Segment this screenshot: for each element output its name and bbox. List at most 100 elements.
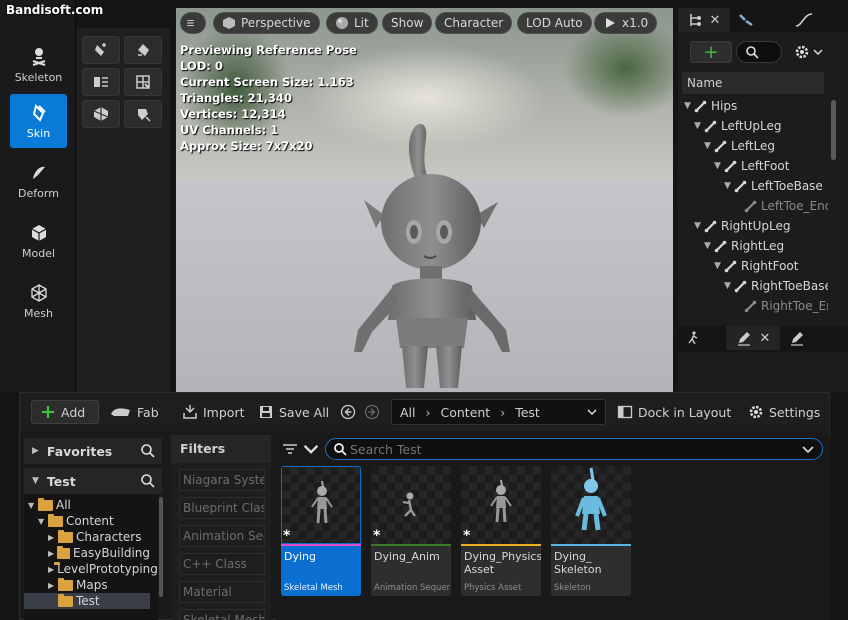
chevron-down-icon[interactable]: ▼ xyxy=(28,501,38,510)
dock-in-layout-button[interactable]: Dock in Layout xyxy=(617,400,731,424)
breadcrumb-item[interactable]: Test xyxy=(515,405,540,420)
asset-search-box[interactable] xyxy=(325,438,823,460)
chevron-right-icon[interactable]: ▶ xyxy=(48,549,57,558)
bind-skin-icon xyxy=(93,107,109,121)
bone-row[interactable]: LeftToe_End xyxy=(734,196,828,216)
asset-tile-dying[interactable]: * Dying Skeletal Mesh xyxy=(281,466,361,596)
expand-arrow-icon[interactable]: ▼ xyxy=(724,281,734,291)
search-icon[interactable] xyxy=(140,473,156,489)
filter-material[interactable]: Material xyxy=(179,581,265,603)
history-forward-button[interactable] xyxy=(364,400,385,424)
expand-arrow-icon[interactable]: ▼ xyxy=(694,221,704,231)
filter-cpp-class[interactable]: C++ Class xyxy=(179,553,265,575)
asset-search-input[interactable] xyxy=(350,440,790,458)
tool-paint-weights[interactable] xyxy=(82,36,120,64)
chevron-down-icon[interactable]: ▼ xyxy=(38,517,48,526)
viewport[interactable]: Perspective Lit Show Character LOD Auto … xyxy=(176,8,673,392)
bone-row[interactable]: ▼ RightToeBase xyxy=(724,276,828,296)
mode-mesh[interactable]: Mesh xyxy=(10,274,67,328)
asset-tile-dying-anim[interactable]: * Dying_Anim Animation Sequence xyxy=(371,466,451,596)
character-button[interactable]: Character xyxy=(435,12,513,34)
expand-arrow-icon[interactable]: ▼ xyxy=(714,161,724,171)
bone-row[interactable]: ▼ LeftLeg xyxy=(704,136,775,156)
chevron-right-icon[interactable]: ▶ xyxy=(48,565,54,574)
tab-curves[interactable] xyxy=(784,8,824,32)
add-button[interactable]: Add xyxy=(31,400,99,424)
tool-weight-list[interactable] xyxy=(82,68,120,96)
bone-row[interactable]: ▼ RightUpLeg xyxy=(694,216,790,236)
tree-settings-button[interactable] xyxy=(790,41,826,63)
chevron-down-icon[interactable] xyxy=(802,443,814,455)
bone-icon xyxy=(734,180,747,192)
bone-row[interactable]: ▼ LeftUpLeg xyxy=(694,116,781,136)
tab-details[interactable]: ✕ xyxy=(726,326,780,350)
bone-row[interactable]: ▼ Hips xyxy=(684,96,737,116)
mode-deform[interactable]: Deform xyxy=(10,154,67,208)
bone-row[interactable]: RightToe_End xyxy=(734,296,828,316)
test-section[interactable]: ▼ Test xyxy=(24,468,162,494)
expand-arrow-icon[interactable]: ▼ xyxy=(704,141,714,151)
bone-search-input[interactable] xyxy=(736,41,782,63)
tab-edit[interactable] xyxy=(782,326,812,350)
mode-skin[interactable]: Skin xyxy=(10,94,67,148)
filter-blueprint-class[interactable]: Blueprint Class xyxy=(179,497,265,519)
chevron-down-icon[interactable] xyxy=(587,407,597,417)
tree-scrollbar[interactable] xyxy=(831,100,836,160)
import-button[interactable]: Import xyxy=(182,400,245,424)
breadcrumb-item[interactable]: Content xyxy=(441,405,491,420)
search-icon[interactable] xyxy=(140,443,156,459)
tab-skeleton-tree[interactable]: ✕ xyxy=(678,8,730,32)
expand-arrow-icon[interactable]: ▼ xyxy=(714,261,724,271)
settings-button[interactable]: Settings xyxy=(748,400,820,424)
show-button[interactable]: Show xyxy=(382,12,433,34)
favorites-section[interactable]: ▶ Favorites xyxy=(24,438,162,464)
folder-row[interactable]: ▼ Content xyxy=(24,513,150,529)
tool-bind-skin[interactable] xyxy=(82,100,120,128)
close-icon[interactable]: ✕ xyxy=(710,13,721,28)
lit-button[interactable]: Lit xyxy=(326,12,378,34)
expand-arrow-icon[interactable]: ▼ xyxy=(704,241,714,251)
filter-skeletal-mesh[interactable]: Skeletal Mesh xyxy=(179,609,265,620)
chevron-right-icon[interactable]: ▶ xyxy=(48,581,58,590)
folder-row[interactable]: ▶ EasyBuilding xyxy=(24,545,150,561)
mode-model[interactable]: Model xyxy=(10,214,67,268)
expand-arrow-icon[interactable]: ▼ xyxy=(694,121,704,131)
filter-dropdown-button[interactable] xyxy=(282,438,324,460)
save-all-button[interactable]: Save All xyxy=(258,400,329,424)
playback-speed-button[interactable]: x1.0 xyxy=(594,12,658,34)
chevron-right-icon[interactable]: ▶ xyxy=(48,533,58,542)
perspective-button[interactable]: Perspective xyxy=(213,12,320,34)
breadcrumb-item[interactable]: All xyxy=(400,405,416,420)
bone-row[interactable]: ▼ RightLeg xyxy=(704,236,784,256)
lod-button[interactable]: LOD Auto xyxy=(517,12,592,34)
expand-arrow-icon[interactable]: ▼ xyxy=(684,101,694,111)
add-bone-button[interactable]: + xyxy=(690,41,732,63)
asset-tile-dying-physics-asset[interactable]: * Dying_Physics Asset Physics Asset xyxy=(461,466,541,596)
bone-row[interactable]: ▼ LeftFoot xyxy=(714,156,789,176)
asset-type-strip xyxy=(551,544,631,546)
chevron-down-icon xyxy=(303,444,319,454)
tool-smooth-weights[interactable] xyxy=(124,36,162,64)
folder-row[interactable]: ▶ LevelPrototyping xyxy=(24,561,158,577)
folder-row[interactable]: ▶ Maps xyxy=(24,577,150,593)
folder-row[interactable]: ▼ All xyxy=(24,497,150,513)
tool-transfer-weights[interactable] xyxy=(124,100,162,128)
close-icon[interactable]: ✕ xyxy=(760,331,771,346)
tab-bone-weights[interactable] xyxy=(730,8,762,32)
filter-niagara-system[interactable]: Niagara System xyxy=(179,469,265,491)
tab-physics[interactable] xyxy=(678,326,708,350)
fab-button[interactable]: Fab xyxy=(110,400,159,424)
bone-row[interactable]: ▼ LeftToeBase xyxy=(724,176,823,196)
bone-row[interactable]: ▼ RightFoot xyxy=(714,256,798,276)
asset-tile-dying-skeleton[interactable]: Dying_ Skeleton Skeleton xyxy=(551,466,631,596)
mode-skeleton[interactable]: Skeleton xyxy=(10,38,67,92)
expand-arrow-icon[interactable]: ▼ xyxy=(724,181,734,191)
folder-row[interactable]: ▶ Characters xyxy=(24,529,150,545)
history-back-button[interactable] xyxy=(340,400,361,424)
breadcrumb[interactable]: All › Content › Test xyxy=(391,399,606,425)
viewport-menu-button[interactable] xyxy=(180,12,206,34)
filter-animation-sequence[interactable]: Animation Sequence xyxy=(179,525,265,547)
folder-row[interactable]: Test xyxy=(24,593,150,609)
tool-weight-grid[interactable] xyxy=(124,68,162,96)
folder-scrollbar[interactable] xyxy=(159,497,163,597)
